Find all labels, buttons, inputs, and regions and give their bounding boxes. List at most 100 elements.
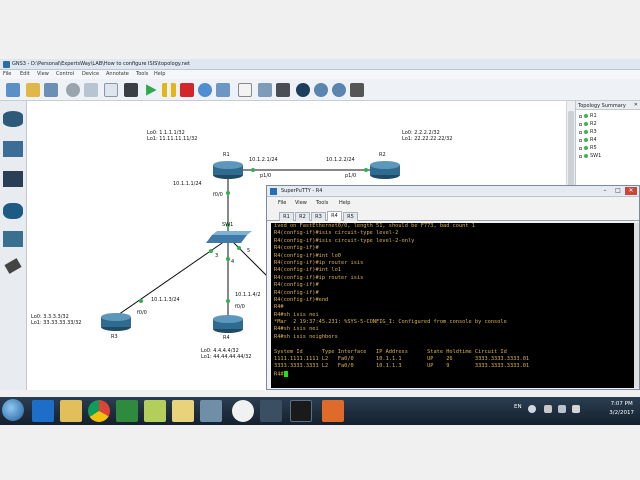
start-button[interactable] — [2, 399, 24, 421]
router-r2[interactable] — [370, 161, 400, 179]
all-devices-icon[interactable] — [3, 231, 23, 247]
r1-f00-label: f0/0 — [213, 192, 223, 198]
add-note-icon[interactable] — [238, 83, 252, 97]
menu-device[interactable]: Device — [82, 71, 99, 77]
folder-icon[interactable] — [172, 400, 194, 422]
switch-icon[interactable] — [3, 141, 23, 157]
flag-icon[interactable] — [558, 405, 566, 413]
insert-picture-icon[interactable] — [258, 83, 272, 97]
close-icon[interactable]: ✕ — [634, 102, 638, 108]
expand-icon[interactable] — [579, 130, 582, 134]
putty-menu-file[interactable]: File — [278, 200, 286, 206]
network-icon[interactable] — [544, 405, 552, 413]
maximize-icon[interactable]: □ — [612, 187, 624, 195]
close-icon[interactable]: ✕ — [625, 187, 637, 195]
reload-icon[interactable] — [198, 83, 212, 97]
router-r3[interactable] — [101, 313, 131, 331]
console-all-icon[interactable] — [124, 83, 138, 97]
tab-r4[interactable]: R4 — [327, 211, 342, 221]
switch-sw1[interactable] — [206, 231, 252, 243]
topology-item-r1[interactable]: R1 — [579, 112, 601, 120]
clock-time: 7:07 PM — [610, 401, 633, 407]
expand-icon[interactable] — [579, 154, 582, 158]
link-sw1-r5[interactable] — [231, 240, 268, 277]
start-all-icon[interactable] — [146, 84, 157, 96]
menu-control[interactable]: Control — [56, 71, 74, 77]
menu-edit[interactable]: Edit — [20, 71, 30, 77]
file-explorer-icon[interactable] — [60, 400, 82, 422]
expand-icon[interactable] — [579, 138, 582, 142]
suspend-all-icon[interactable] — [162, 83, 176, 97]
virtualbox-icon[interactable] — [216, 83, 230, 97]
terminal-line: R4(config-if)#end — [274, 296, 329, 303]
security-device-icon[interactable] — [3, 203, 23, 219]
topology-item-r4[interactable]: R4 — [579, 136, 601, 144]
terminal-output[interactable]: ived on FastEthernet0/0, length 51, shou… — [271, 223, 634, 388]
tab-r1[interactable]: R1 — [279, 212, 294, 221]
image-editor-icon[interactable] — [144, 400, 166, 422]
gns3-taskbar-icon[interactable] — [260, 400, 282, 422]
save-icon[interactable] — [44, 83, 58, 97]
tab-r3[interactable]: R3 — [311, 212, 326, 221]
topology-item-sw1[interactable]: SW1 — [579, 152, 601, 160]
clock-icon[interactable] — [66, 83, 80, 97]
topology-item-label: R4 — [590, 137, 597, 143]
recorder-icon[interactable] — [322, 400, 344, 422]
topology-item-r2[interactable]: R2 — [579, 120, 601, 128]
zoom-in-icon[interactable] — [314, 83, 328, 97]
language-indicator[interactable]: EN — [514, 404, 522, 410]
system-clock[interactable]: 7:07 PM 3/2/2017 — [609, 400, 634, 418]
terminal-scrollbar[interactable] — [634, 223, 639, 388]
minimize-icon[interactable]: – — [599, 187, 611, 195]
topology-item-r5[interactable]: R5 — [579, 144, 601, 152]
menu-file[interactable]: File — [3, 71, 11, 77]
menu-tools[interactable]: Tools — [136, 71, 148, 77]
tab-r2[interactable]: R2 — [295, 212, 310, 221]
end-device-icon[interactable] — [3, 171, 23, 187]
expand-icon[interactable] — [579, 114, 582, 118]
outlook-icon[interactable] — [32, 400, 54, 422]
stop-all-icon[interactable] — [180, 83, 194, 97]
tab-r5[interactable]: R5 — [343, 212, 358, 221]
putty-menu-tools[interactable]: Tools — [316, 200, 328, 206]
menu-help[interactable]: Help — [154, 71, 165, 77]
new-project-icon[interactable] — [6, 83, 20, 97]
link-status-dot — [364, 168, 368, 172]
link-status-dot — [237, 246, 241, 250]
menu-annotate[interactable]: Annotate — [106, 71, 129, 77]
show-interface-labels-icon[interactable] — [104, 83, 118, 97]
topology-item-r3[interactable]: R3 — [579, 128, 601, 136]
putty-menu-view[interactable]: View — [295, 200, 307, 206]
menu-view[interactable]: View — [37, 71, 49, 77]
r1-lo1-label: Lo1: 11.11.11.11/32 — [147, 136, 198, 142]
snapshot-icon[interactable] — [84, 83, 98, 97]
add-link-icon[interactable] — [4, 258, 22, 274]
sw1-name-label: SW1 — [222, 222, 234, 228]
gmail-icon[interactable] — [232, 400, 254, 422]
chrome-icon[interactable] — [88, 400, 110, 422]
open-folder-icon[interactable] — [26, 83, 40, 97]
terminal-taskbar-icon[interactable] — [290, 400, 312, 422]
help-icon[interactable] — [528, 405, 536, 413]
draw-ellipse-icon[interactable] — [296, 83, 310, 97]
r1-r2-right-ip-label: 10.1.2.2/24 — [326, 157, 355, 163]
expand-icon[interactable] — [579, 146, 582, 150]
link-status-dot — [209, 249, 213, 253]
screenshot-icon[interactable] — [350, 83, 364, 97]
sw1-port4-label: 4 — [231, 259, 235, 265]
router-r4[interactable] — [213, 315, 243, 333]
expand-icon[interactable] — [579, 122, 582, 126]
windows-taskbar: EN 7:07 PM 3/2/2017 — [0, 397, 640, 425]
spreadsheet-icon[interactable] — [116, 400, 138, 422]
router-icon[interactable] — [3, 111, 23, 127]
zoom-out-icon[interactable] — [332, 83, 346, 97]
status-dot-icon — [584, 122, 588, 126]
volume-icon[interactable] — [572, 405, 580, 413]
terminal-line: 1111.1111.1111 L2 Fa0/0 10.1.1.1 UP 26 3… — [274, 356, 530, 363]
draw-rectangle-icon[interactable] — [276, 83, 290, 97]
putty-menu-help[interactable]: Help — [339, 200, 350, 206]
sw1-port3-label: 3 — [215, 253, 219, 259]
app-icon[interactable] — [200, 400, 222, 422]
link-sw1-r3[interactable] — [114, 240, 226, 318]
router-r1[interactable] — [213, 161, 243, 179]
